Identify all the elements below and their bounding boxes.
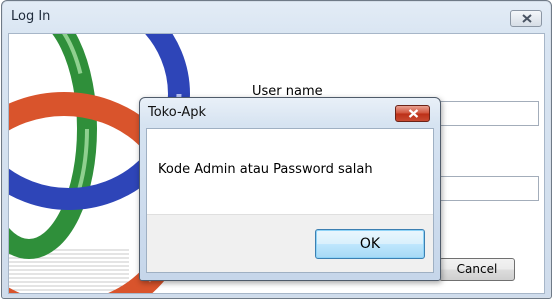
login-window-title: Log In	[11, 9, 51, 24]
cancel-button[interactable]: Cancel	[439, 258, 515, 281]
dialog-close-button[interactable]	[395, 105, 430, 122]
password-input[interactable]	[431, 176, 539, 201]
error-dialog: Toko-Apk Kode Admin atau Password salah …	[139, 97, 441, 281]
dialog-title: Toko-Apk	[148, 105, 207, 120]
dialog-body: Kode Admin atau Password salah OK	[146, 128, 434, 273]
login-titlebar[interactable]: Log In	[2, 1, 551, 33]
close-icon	[522, 14, 532, 23]
login-close-button[interactable]	[510, 10, 542, 27]
dialog-message: Kode Admin atau Password salah	[158, 162, 373, 177]
ok-button[interactable]: OK	[315, 229, 425, 259]
close-icon	[408, 109, 419, 118]
dialog-footer: OK	[147, 214, 433, 272]
username-input[interactable]	[431, 101, 539, 126]
